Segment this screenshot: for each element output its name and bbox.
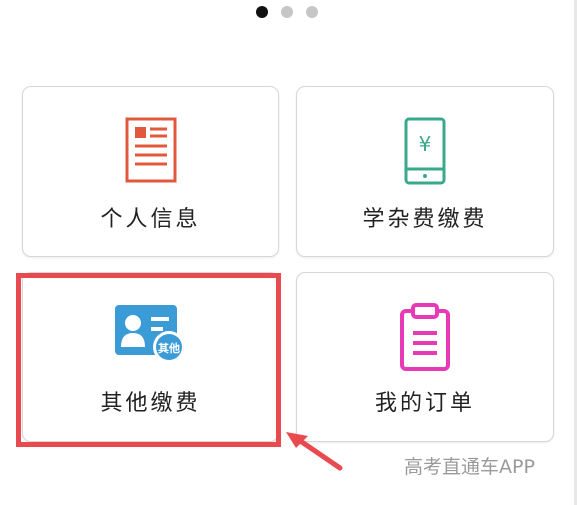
my-orders-card[interactable]: 我的订单 bbox=[296, 272, 554, 442]
tuition-payment-label: 学杂费缴费 bbox=[362, 207, 488, 232]
id-card-other-icon: 其他 bbox=[114, 305, 185, 363]
other-payment-label: 其他缴费 bbox=[100, 391, 201, 416]
svg-text:¥: ¥ bbox=[419, 132, 432, 156]
profile-document-icon bbox=[125, 117, 176, 183]
phone-yuan-payment-icon: ¥ bbox=[404, 117, 446, 185]
page-indicator bbox=[0, 6, 577, 20]
page-dot-3[interactable] bbox=[306, 6, 318, 18]
my-orders-label: 我的订单 bbox=[374, 391, 475, 416]
page-dot-1[interactable] bbox=[256, 6, 268, 18]
personal-info-card[interactable]: 个人信息 bbox=[22, 86, 279, 257]
page-dot-2[interactable] bbox=[281, 6, 293, 18]
personal-info-label: 个人信息 bbox=[100, 207, 201, 232]
watermark: 高考直通车APP bbox=[404, 456, 535, 478]
other-payment-card[interactable]: 其他 其他缴费 bbox=[22, 272, 279, 442]
icon-badge-text: 其他 bbox=[158, 341, 180, 355]
tuition-payment-card[interactable]: ¥ 学杂费缴费 bbox=[296, 86, 554, 257]
pointer-arrow-icon bbox=[286, 432, 343, 471]
clipboard-order-icon bbox=[400, 303, 450, 371]
